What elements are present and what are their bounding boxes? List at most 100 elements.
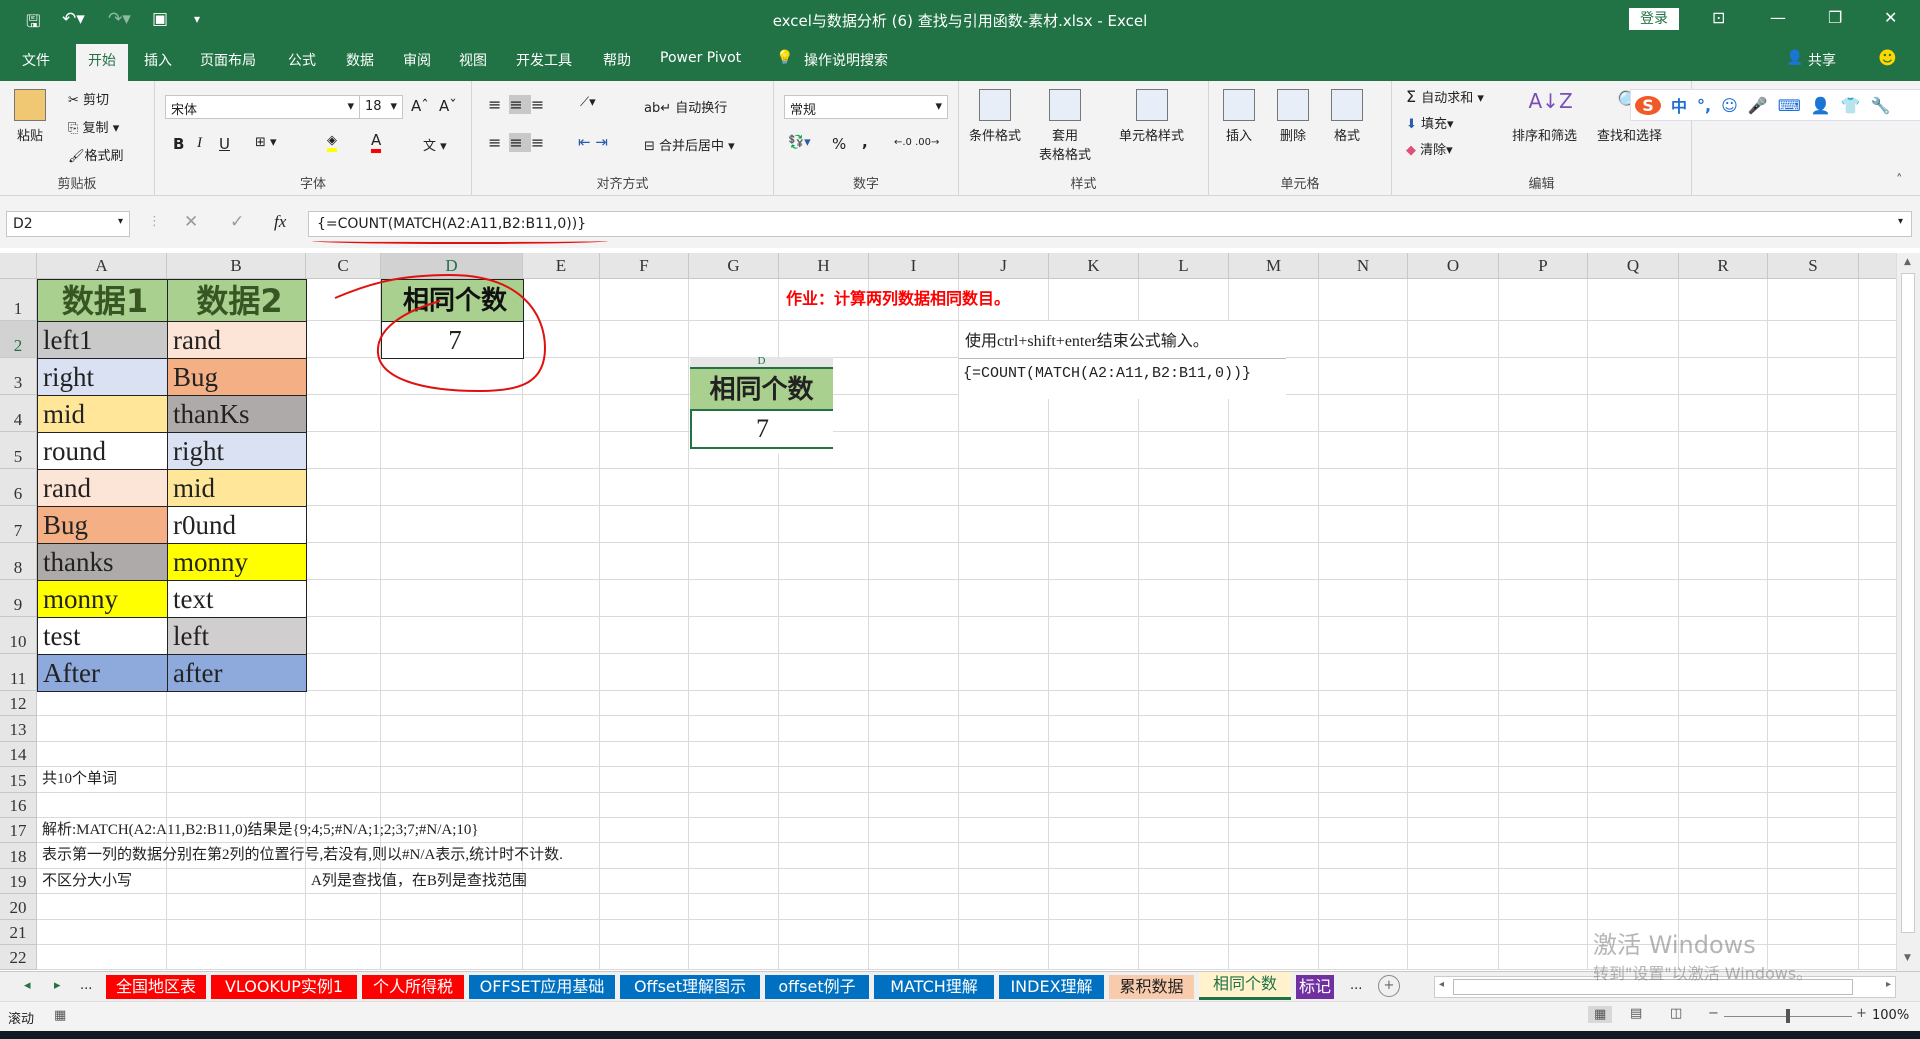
grid-cell[interactable] <box>1768 279 1859 321</box>
grid-cell[interactable] <box>1768 818 1859 844</box>
grid-cell[interactable] <box>381 617 523 654</box>
grid-cell[interactable] <box>1049 741 1139 768</box>
column-header[interactable]: S <box>1768 253 1859 279</box>
column-header[interactable]: K <box>1049 253 1139 279</box>
grid-cell[interactable] <box>689 580 779 617</box>
grid-cell[interactable] <box>381 945 523 970</box>
grid-cell[interactable] <box>1768 506 1859 543</box>
row-header[interactable]: 10 <box>0 617 37 654</box>
grid-cell[interactable] <box>1679 818 1768 844</box>
grid-cell[interactable] <box>1499 868 1588 895</box>
grid-cell[interactable] <box>1499 945 1588 970</box>
sheet-tab[interactable]: 累积数据 <box>1109 975 1194 999</box>
grid-cell[interactable] <box>1588 321 1679 358</box>
grid-cell[interactable] <box>779 945 869 970</box>
grid-cell[interactable] <box>1049 432 1139 469</box>
grid-cell[interactable] <box>689 321 779 358</box>
grid-cell[interactable] <box>600 321 689 358</box>
row-header[interactable]: 15 <box>0 767 37 793</box>
grid-cell[interactable] <box>869 654 959 691</box>
grid-cell[interactable] <box>306 894 381 920</box>
grid-cell[interactable] <box>1049 543 1139 580</box>
grid-cell[interactable] <box>1139 543 1229 580</box>
grid-cell[interactable] <box>1588 868 1679 895</box>
worksheet-grid[interactable]: A B C D E F G H I J K L M N O P Q R S 1 2 3 4 5 6 7 8 9 10 11 12 13 14 15… <box>0 253 1896 970</box>
grid-cell[interactable] <box>689 945 779 970</box>
grid-cell[interactable] <box>1408 767 1499 793</box>
delete-cells-button[interactable]: 删除 <box>1277 89 1309 144</box>
row-header[interactable]: 13 <box>0 716 37 742</box>
grid-cell[interactable] <box>1499 767 1588 793</box>
grid-cell[interactable] <box>600 432 689 469</box>
row-header[interactable]: 4 <box>0 395 37 432</box>
grid-cell[interactable] <box>869 691 959 717</box>
grid-cell[interactable] <box>1679 741 1768 768</box>
grid-cell[interactable] <box>381 358 523 395</box>
grid-cell[interactable] <box>1679 716 1768 742</box>
column-header[interactable]: A <box>37 253 167 279</box>
grid-cell[interactable] <box>523 506 600 543</box>
grid-cell[interactable] <box>1499 919 1588 945</box>
insert-cells-button[interactable]: 插入 <box>1223 89 1255 144</box>
grid-cell[interactable] <box>959 617 1049 654</box>
grid-cell[interactable] <box>1859 617 1896 654</box>
row-header[interactable]: 11 <box>0 654 37 691</box>
row-header[interactable]: 16 <box>0 792 37 818</box>
cancel-icon[interactable]: ✕ <box>184 212 198 232</box>
grid-cell[interactable] <box>1229 432 1319 469</box>
data-cell[interactable]: monny <box>167 543 307 581</box>
grid-cell[interactable] <box>1768 654 1859 691</box>
grid-cell[interactable] <box>523 945 600 970</box>
fill-button[interactable]: ⬇ 填充▾ <box>1406 113 1454 132</box>
grid-cell[interactable] <box>1588 432 1679 469</box>
grid-cell[interactable] <box>1499 543 1588 580</box>
enter-icon[interactable]: ✓ <box>230 212 244 232</box>
grid-cell[interactable] <box>1859 654 1896 691</box>
bold-button[interactable]: B <box>173 135 184 153</box>
grid-cell[interactable] <box>1588 543 1679 580</box>
grid-cell[interactable] <box>37 894 167 920</box>
grid-cell[interactable] <box>689 506 779 543</box>
underline-button[interactable]: U <box>219 135 230 153</box>
grid-cell[interactable] <box>1408 543 1499 580</box>
data-cell[interactable]: rand <box>167 321 307 359</box>
sheet-tab[interactable]: OFFSET应用基础 <box>469 975 615 999</box>
grid-cell[interactable] <box>959 843 1049 869</box>
grid-cell[interactable] <box>1499 617 1588 654</box>
column-header[interactable]: Q <box>1588 253 1679 279</box>
grid-cell[interactable] <box>1588 818 1679 844</box>
grid-cell[interactable] <box>600 358 689 395</box>
grid-cell[interactable] <box>1768 843 1859 869</box>
grid-cell[interactable] <box>523 691 600 717</box>
grid-cell[interactable] <box>869 945 959 970</box>
grid-cell[interactable] <box>1768 469 1859 506</box>
grid-cell[interactable] <box>1319 654 1408 691</box>
grid-cell[interactable] <box>167 716 306 742</box>
grid-cell[interactable] <box>1049 654 1139 691</box>
grid-cell[interactable] <box>869 543 959 580</box>
grid-cell[interactable] <box>1049 843 1139 869</box>
grid-cell[interactable] <box>167 919 306 945</box>
column-header[interactable]: D <box>381 253 523 279</box>
data-cell[interactable]: mid <box>37 395 168 433</box>
column-header[interactable]: B <box>167 253 306 279</box>
grid-cell[interactable] <box>959 432 1049 469</box>
grid-cell[interactable] <box>869 358 959 395</box>
macro-record-icon[interactable]: ▦ <box>54 1008 66 1023</box>
grid-cell[interactable] <box>381 716 523 742</box>
grid-cell[interactable] <box>959 506 1049 543</box>
grid-cell[interactable] <box>306 395 381 432</box>
grid-cell[interactable] <box>1588 395 1679 432</box>
column-header[interactable]: N <box>1319 253 1408 279</box>
horizontal-align-buttons[interactable]: ≡≡≡ <box>488 133 552 152</box>
tab-ellipsis-left[interactable]: ... <box>80 978 92 993</box>
sort-filter-button[interactable]: A↓Z 排序和筛选 <box>1512 89 1577 144</box>
grid-cell[interactable] <box>779 654 869 691</box>
grid-cell[interactable] <box>1229 506 1319 543</box>
grid-cell[interactable] <box>779 741 869 768</box>
format-cells-button[interactable]: 格式 <box>1331 89 1363 144</box>
grid-cell[interactable] <box>1229 617 1319 654</box>
grid-cell[interactable] <box>959 691 1049 717</box>
grid-cell[interactable] <box>37 691 167 717</box>
grid-cell[interactable] <box>779 716 869 742</box>
